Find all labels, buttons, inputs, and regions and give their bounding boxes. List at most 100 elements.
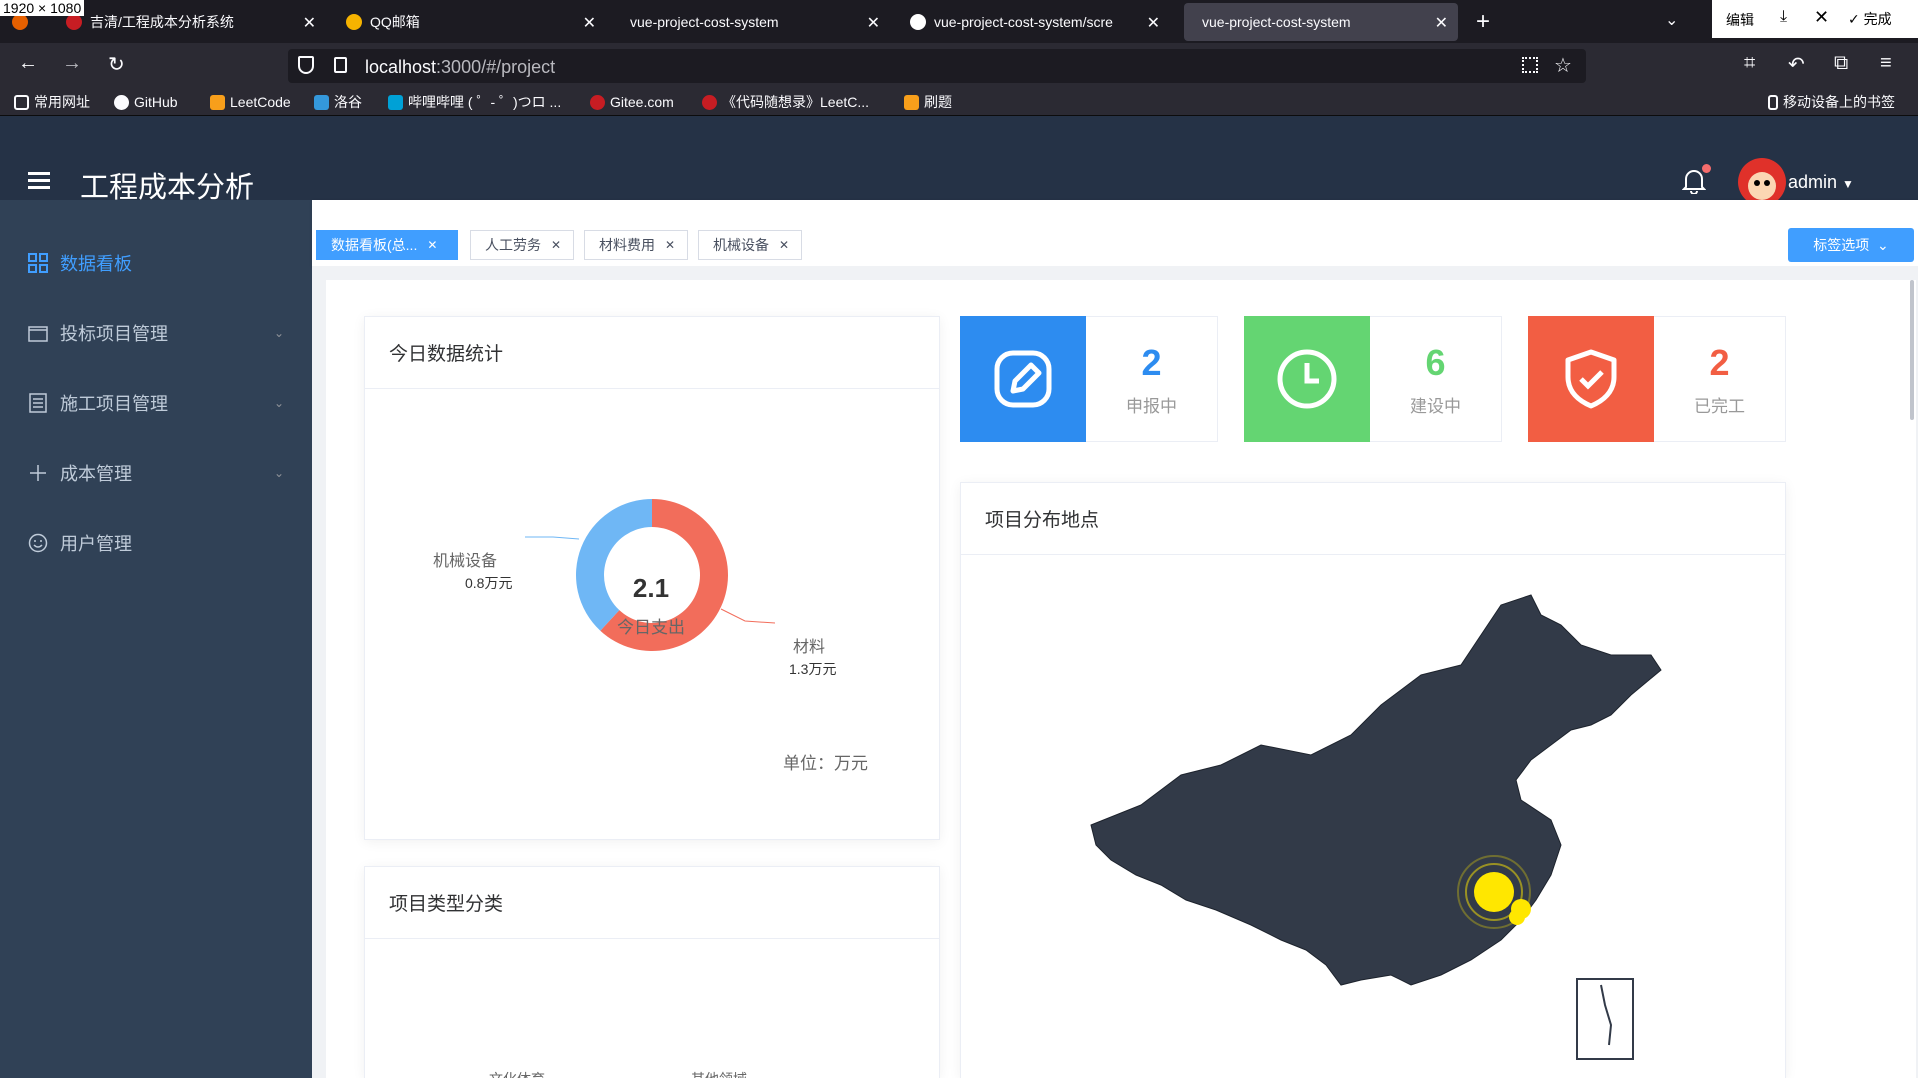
browser-tab-5-active[interactable]: vue-project-cost-system ✕ — [1184, 3, 1458, 41]
github-icon — [114, 94, 129, 110]
type-label: 其他领域 — [691, 1069, 747, 1078]
edit-icon — [960, 316, 1086, 442]
slice-value-machinery: 0.8万元 — [465, 575, 513, 591]
chevron-down-icon: ⌄ — [1877, 236, 1889, 253]
reload-icon[interactable]: ↻ — [108, 52, 125, 77]
firefox-icon — [12, 14, 28, 30]
close-icon[interactable]: ✕ — [427, 238, 437, 252]
browser-tab-1[interactable]: 吉清/工程成本分析系统 ✕ — [56, 3, 326, 41]
leetcode-icon — [210, 94, 225, 110]
shield-icon[interactable] — [298, 56, 314, 74]
caret-down-icon: ▼ — [1842, 177, 1854, 191]
avatar[interactable] — [1738, 158, 1786, 206]
browser-tab-4[interactable]: vue-project-cost-system/scre ✕ — [900, 3, 1170, 41]
stat-building: 6 建设中 — [1244, 316, 1502, 442]
mobile-icon — [1768, 94, 1778, 110]
new-tab-button[interactable]: + — [1476, 8, 1490, 36]
tag-materials[interactable]: 材料费用 ✕ — [584, 230, 688, 260]
close-icon[interactable]: ✕ — [867, 13, 880, 33]
list-icon — [28, 393, 48, 413]
close-icon[interactable]: ✕ — [583, 13, 596, 33]
notification-dot — [1702, 164, 1711, 173]
screenshot-edit-button[interactable]: 编辑 — [1726, 10, 1754, 30]
stat-value: 2 — [1141, 341, 1162, 383]
stat-completed: 2 已完工 — [1528, 316, 1786, 442]
menu-icon[interactable]: ≡ — [1880, 52, 1892, 75]
bookmark-item[interactable]: 洛谷 — [314, 92, 362, 112]
tag-machinery[interactable]: 机械设备 ✕ — [698, 230, 802, 260]
page-icon[interactable] — [334, 57, 347, 73]
tab-list-chevron-icon[interactable]: ⌄ — [1665, 10, 1678, 30]
mobile-bookmarks[interactable]: 移动设备上的书签 — [1768, 92, 1895, 112]
donut-slice[interactable] — [576, 499, 652, 631]
bookmark-item[interactable]: Gitee.com — [590, 92, 674, 112]
browser-tab-3[interactable]: vue-project-cost-system ✕ — [620, 3, 890, 41]
slice-label-material: 材料 — [793, 639, 826, 656]
bookmark-item[interactable]: 哔哩哔哩 ( ゜- ゜)つロ ... — [388, 92, 561, 112]
bookmark-item[interactable]: 常用网址 — [14, 92, 90, 112]
crop-icon[interactable]: ⌗ — [1744, 52, 1755, 75]
close-icon[interactable]: ✕ — [303, 13, 316, 33]
leader-line — [525, 536, 580, 540]
close-icon[interactable]: ✕ — [1814, 7, 1829, 28]
undo-icon[interactable]: ↶ — [1788, 52, 1805, 77]
map-marker[interactable] — [1509, 909, 1525, 925]
bookmark-item[interactable]: LeetCode — [210, 92, 291, 112]
browser-tab-2[interactable]: QQ邮箱 ✕ — [336, 3, 606, 41]
bookmark-item[interactable]: GitHub — [114, 92, 178, 112]
sidebar-item-cost-management[interactable]: 成本管理 ⌄ — [0, 438, 312, 508]
stat-label: 申报中 — [1126, 396, 1177, 416]
close-icon[interactable]: ✕ — [665, 238, 675, 252]
tag-options-button[interactable]: 标签选项 ⌄ — [1788, 228, 1914, 262]
screenshot-done-button[interactable]: ✓ 完成 — [1848, 9, 1892, 29]
sidebar-item-construction-projects[interactable]: 施工项目管理 ⌄ — [0, 368, 312, 438]
chevron-down-icon: ⌄ — [273, 396, 284, 410]
bookmark-item[interactable]: 刷题 — [904, 92, 952, 112]
sidebar-item-user-management[interactable]: 用户管理 — [0, 508, 312, 578]
stat-value: 2 — [1709, 341, 1730, 383]
leetcode-icon — [904, 94, 919, 110]
bilibili-icon — [388, 94, 403, 110]
back-arrow-icon[interactable]: ← — [18, 52, 38, 75]
url-text[interactable]: localhost:3000/#/project — [365, 57, 555, 78]
close-icon[interactable]: ✕ — [1435, 13, 1448, 33]
map-label: 宁波 — [1557, 954, 1584, 969]
hamburger-icon[interactable] — [28, 172, 50, 190]
leader-line — [720, 608, 776, 624]
folder-icon — [14, 94, 29, 110]
type-label: 文化体育 — [489, 1069, 545, 1078]
close-icon[interactable]: ✕ — [1147, 13, 1160, 33]
close-icon[interactable]: ✕ — [779, 238, 789, 252]
screen-size-label: 1920 × 1080 — [0, 0, 85, 16]
folder-icon — [28, 323, 48, 343]
user-menu[interactable]: admin ▼ — [1788, 172, 1854, 193]
close-icon[interactable]: ✕ — [551, 238, 561, 252]
stat-label: 已完工 — [1694, 396, 1745, 416]
map-marker[interactable] — [1474, 872, 1514, 912]
bell-icon[interactable] — [1681, 168, 1707, 195]
sidebar-item-dashboard[interactable]: 数据看板 — [0, 228, 312, 298]
tag-dashboard[interactable]: 数据看板(总... ✕ — [316, 230, 458, 260]
gitee-icon — [702, 94, 717, 110]
forward-arrow-icon[interactable]: → — [62, 52, 82, 75]
stat-declaring: 2 申报中 — [960, 316, 1218, 442]
project-type-card: 项目类型分类 文化体育 其他领域 — [364, 866, 940, 1078]
app-header — [0, 116, 1918, 200]
chevron-down-icon: ⌄ — [273, 326, 284, 340]
extensions-icon[interactable]: ⧉ — [1834, 52, 1848, 75]
grid-icon — [28, 253, 48, 273]
download-icon[interactable]: ⤓ — [1780, 8, 1787, 26]
card-title: 今日数据统计 — [365, 317, 939, 389]
scrollbar[interactable] — [1910, 280, 1914, 420]
slice-label-machinery: 机械设备 — [433, 553, 498, 570]
gitee-icon — [66, 14, 82, 30]
qr-code-icon[interactable] — [1522, 57, 1538, 73]
github-icon — [910, 14, 926, 30]
sidebar-item-bid-projects[interactable]: 投标项目管理 ⌄ — [0, 298, 312, 368]
bookmark-item[interactable]: 《代码随想录》LeetC... — [702, 92, 869, 112]
luogu-icon — [314, 94, 329, 110]
star-icon[interactable]: ☆ — [1554, 53, 1572, 78]
today-stats-card: 今日数据统计 2.1 今日支出 机械设备 0.8万元 材料 1.3万元 单位：万… — [364, 316, 940, 840]
tag-labor[interactable]: 人工劳务 ✕ — [470, 230, 574, 260]
shield-check-icon — [1528, 316, 1654, 442]
